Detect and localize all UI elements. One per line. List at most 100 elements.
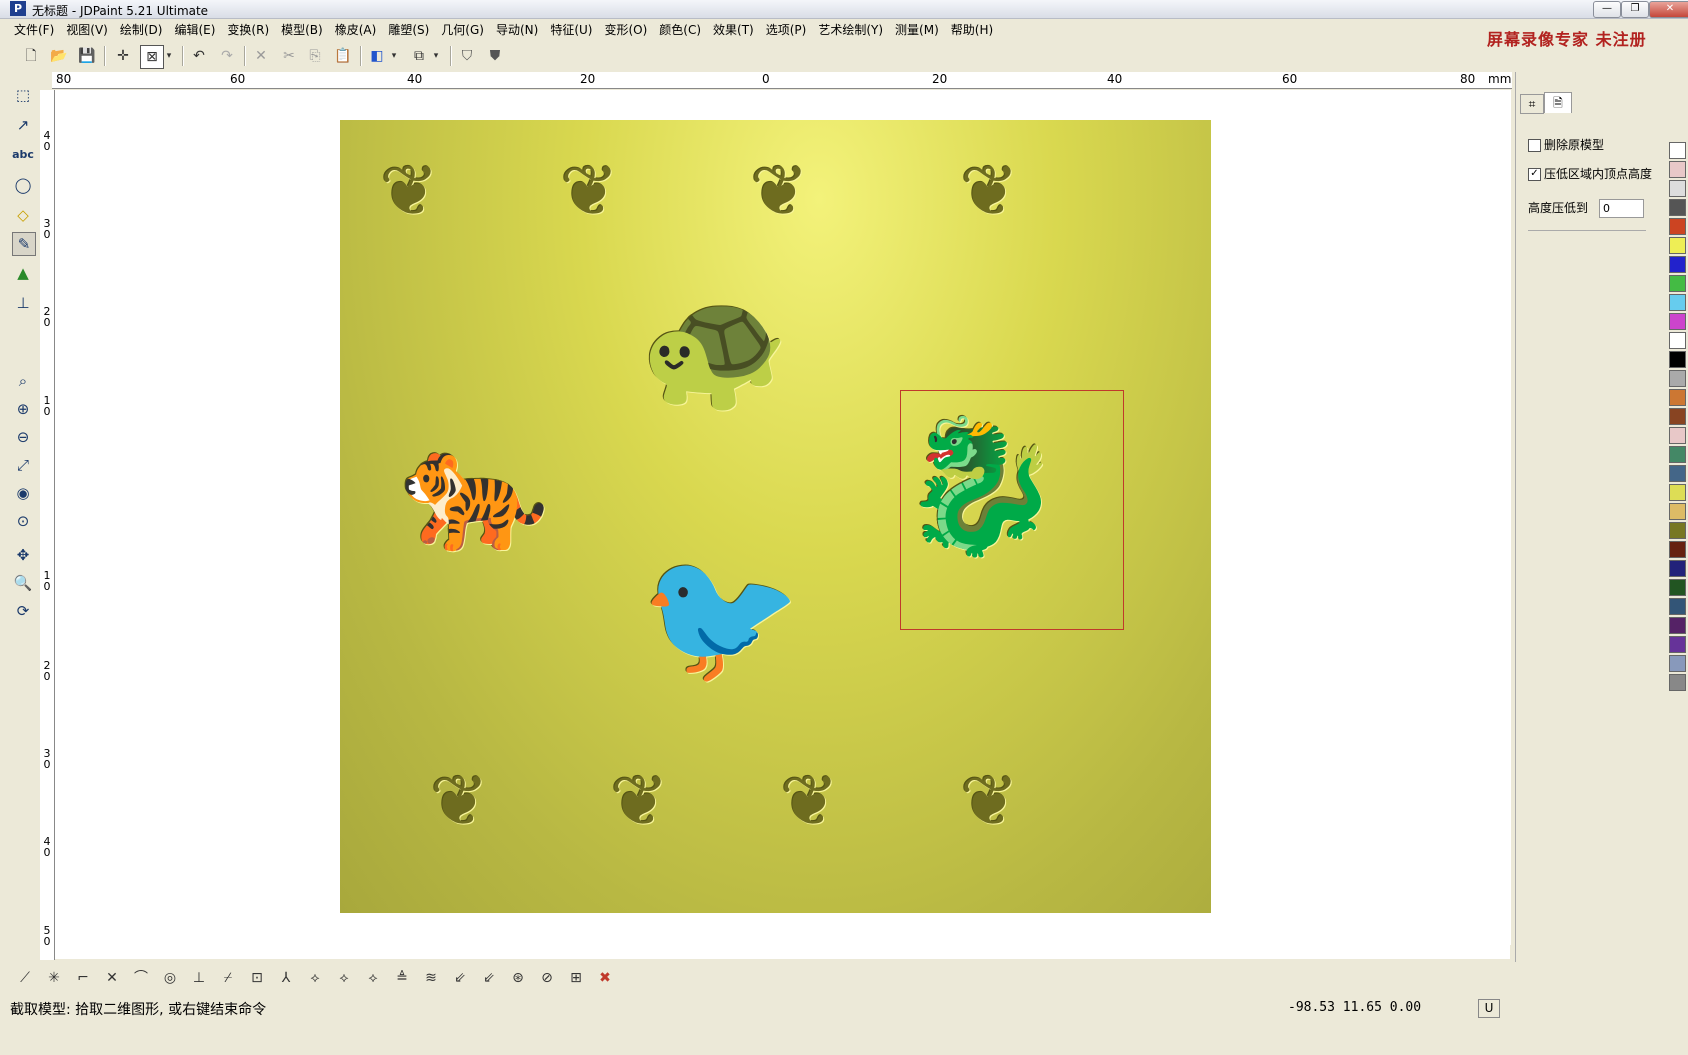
line-icon[interactable]: ⟋ <box>14 967 36 989</box>
new-file-icon[interactable]: 🗋 <box>20 45 42 67</box>
menu-file[interactable]: 文件(F) <box>8 20 60 40</box>
color-swatch[interactable] <box>1669 636 1686 653</box>
select-dropdown-icon[interactable]: ▾ <box>163 45 175 67</box>
menu-measure[interactable]: 测量(M) <box>889 20 945 40</box>
zoom-out-icon[interactable]: ⊖ <box>12 426 34 448</box>
color-swatch[interactable] <box>1669 237 1686 254</box>
node-c-icon[interactable]: ⟡ <box>362 967 384 989</box>
color-swatch[interactable] <box>1669 199 1686 216</box>
pick-a-icon[interactable]: ⇙ <box>449 967 471 989</box>
view-dropdown-icon[interactable]: ▾ <box>388 45 400 67</box>
view-3d-icon[interactable]: ◧ <box>366 45 388 67</box>
color-swatch[interactable] <box>1669 446 1686 463</box>
redo-icon[interactable]: ↷ <box>216 45 238 67</box>
color-swatch[interactable] <box>1669 180 1686 197</box>
vertical-scrollbar[interactable] <box>1495 90 1511 945</box>
zoom-window-icon[interactable]: ⌕ <box>12 370 34 392</box>
menu-color[interactable]: 颜色(C) <box>653 20 707 40</box>
color-swatch[interactable] <box>1669 370 1686 387</box>
shield-filled-icon[interactable]: ⛊ <box>484 45 506 67</box>
corner-icon[interactable]: ⌐ <box>72 967 94 989</box>
level-b-icon[interactable]: ≋ <box>420 967 442 989</box>
shield-icon[interactable]: ⛉ <box>456 45 478 67</box>
tab-properties-icon[interactable]: 🗎 <box>1544 92 1572 113</box>
copy-icon[interactable]: ⎘ <box>304 45 326 67</box>
restore-button[interactable]: ❐ <box>1621 1 1649 18</box>
delete-icon[interactable]: ✕ <box>250 45 272 67</box>
menu-effect[interactable]: 效果(T) <box>707 20 760 40</box>
menu-geometry[interactable]: 几何(G) <box>435 20 490 40</box>
trim-b-icon[interactable]: ⊘ <box>536 967 558 989</box>
menu-edit[interactable]: 编辑(E) <box>168 20 221 40</box>
color-swatch[interactable] <box>1669 484 1686 501</box>
node-b-icon[interactable]: ⟡ <box>333 967 355 989</box>
color-swatch[interactable] <box>1669 351 1686 368</box>
zoom-fit-icon[interactable]: ⤢ <box>12 454 34 476</box>
close-button[interactable]: ✕ <box>1649 1 1688 18</box>
color-swatch[interactable] <box>1669 389 1686 406</box>
minimize-button[interactable]: — <box>1593 1 1621 18</box>
cancel-icon[interactable]: ✖ <box>594 967 616 989</box>
shape-icon[interactable]: ◯ <box>12 174 34 196</box>
color-swatch[interactable] <box>1669 218 1686 235</box>
color-swatch[interactable] <box>1669 408 1686 425</box>
tree-icon[interactable]: ▲ <box>12 262 34 284</box>
color-swatch[interactable] <box>1669 332 1686 349</box>
horizontal-scrollbar[interactable] <box>55 945 1510 959</box>
select-box-icon[interactable]: ⊠ <box>140 45 164 69</box>
open-file-icon[interactable]: 📂 <box>48 45 70 67</box>
color-swatch[interactable] <box>1669 522 1686 539</box>
tab-tools-icon[interactable]: ⌗ <box>1520 94 1544 114</box>
delete-original-checkbox[interactable] <box>1528 139 1541 152</box>
color-swatch[interactable] <box>1669 579 1686 596</box>
menu-eraser[interactable]: 橡皮(A) <box>329 20 383 40</box>
color-swatch[interactable] <box>1669 313 1686 330</box>
zoom-icon[interactable]: 🔍 <box>12 572 34 594</box>
intersect-icon[interactable]: ✕ <box>101 967 123 989</box>
curve-snap-icon[interactable]: ✳ <box>43 967 65 989</box>
grid-snap-icon[interactable]: ⊡ <box>246 967 268 989</box>
color-swatch[interactable] <box>1669 256 1686 273</box>
menu-sculpt[interactable]: 雕塑(S) <box>382 20 435 40</box>
angle-snap-icon[interactable]: ⅄ <box>275 967 297 989</box>
color-swatch[interactable] <box>1669 161 1686 178</box>
select-icon[interactable]: ⬚ <box>12 84 34 106</box>
menu-view[interactable]: 视图(V) <box>60 20 114 40</box>
save-icon[interactable]: 💾 <box>76 45 98 67</box>
view-iso-icon[interactable]: ⧉ <box>408 45 430 67</box>
trim-c-icon[interactable]: ⊞ <box>565 967 587 989</box>
menu-art-draw[interactable]: 艺术绘制(Y) <box>812 20 889 40</box>
perpendicular-icon[interactable]: ⊥ <box>188 967 210 989</box>
node-a-icon[interactable]: ⟡ <box>304 967 326 989</box>
trim-a-icon[interactable]: ⊛ <box>507 967 529 989</box>
measure-icon[interactable]: ⊥ <box>12 292 34 314</box>
menu-deform[interactable]: 变形(O) <box>598 20 653 40</box>
pan-icon[interactable]: ✥ <box>12 544 34 566</box>
curve-icon[interactable]: ↗ <box>12 114 34 136</box>
tangent-icon[interactable]: ⌿ <box>217 967 239 989</box>
menu-transform[interactable]: 变换(R) <box>221 20 275 40</box>
color-swatch[interactable] <box>1669 142 1686 159</box>
color-swatch[interactable] <box>1669 503 1686 520</box>
pen-icon[interactable]: ✎ <box>12 232 36 256</box>
paste-icon[interactable]: 📋 <box>332 45 354 67</box>
circle-snap-icon[interactable]: ◎ <box>159 967 181 989</box>
zoom-all-icon[interactable]: ⊙ <box>12 510 34 532</box>
rotate-icon[interactable]: ⟳ <box>12 600 34 622</box>
color-swatch[interactable] <box>1669 541 1686 558</box>
iso-dropdown-icon[interactable]: ▾ <box>430 45 442 67</box>
level-a-icon[interactable]: ≜ <box>391 967 413 989</box>
color-swatch[interactable] <box>1669 560 1686 577</box>
menu-options[interactable]: 选项(P) <box>760 20 813 40</box>
eraser-icon[interactable]: ◇ <box>12 204 34 226</box>
eye-icon[interactable]: ◉ <box>12 482 34 504</box>
lower-vertices-checkbox[interactable]: ✓ <box>1528 168 1541 181</box>
color-swatch[interactable] <box>1669 294 1686 311</box>
color-swatch[interactable] <box>1669 427 1686 444</box>
cut-icon[interactable]: ✂ <box>278 45 300 67</box>
arc-icon[interactable]: ⌒ <box>130 967 152 989</box>
menu-sweep[interactable]: 导动(N) <box>490 20 544 40</box>
pick-b-icon[interactable]: ⇙ <box>478 967 500 989</box>
color-swatch[interactable] <box>1669 617 1686 634</box>
selection-rectangle[interactable] <box>900 390 1124 630</box>
